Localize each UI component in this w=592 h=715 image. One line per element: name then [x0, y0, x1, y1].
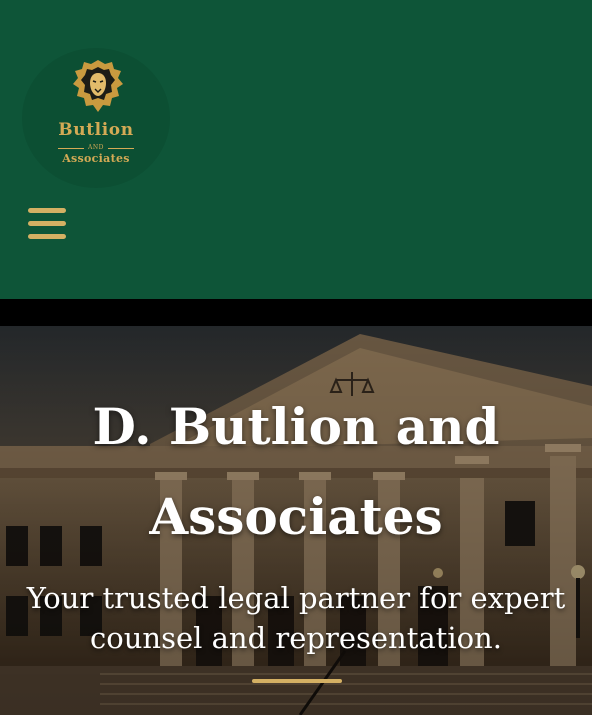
- lion-head-icon: [73, 60, 123, 112]
- hamburger-menu-button[interactable]: [28, 206, 68, 242]
- hero-subtitle: Your trusted legal partner for expert co…: [26, 581, 566, 655]
- logo-connector: AND: [54, 144, 138, 152]
- hero-section: D. Butlion and Associates Your trusted l…: [0, 326, 592, 715]
- site-header: Butlion AND Associates: [0, 0, 592, 299]
- hamburger-menu-icon: [28, 208, 66, 213]
- hamburger-menu-icon-bar: [28, 234, 66, 239]
- hero-divider: [252, 679, 342, 683]
- logo-subtitle: Associates: [62, 152, 130, 165]
- site-logo[interactable]: Butlion AND Associates: [22, 48, 170, 188]
- hamburger-menu-icon-bar: [28, 221, 66, 226]
- hero-title: D. Butlion and Associates: [92, 397, 500, 546]
- logo-connector-text: AND: [88, 144, 104, 151]
- logo-name: Butlion: [58, 120, 134, 140]
